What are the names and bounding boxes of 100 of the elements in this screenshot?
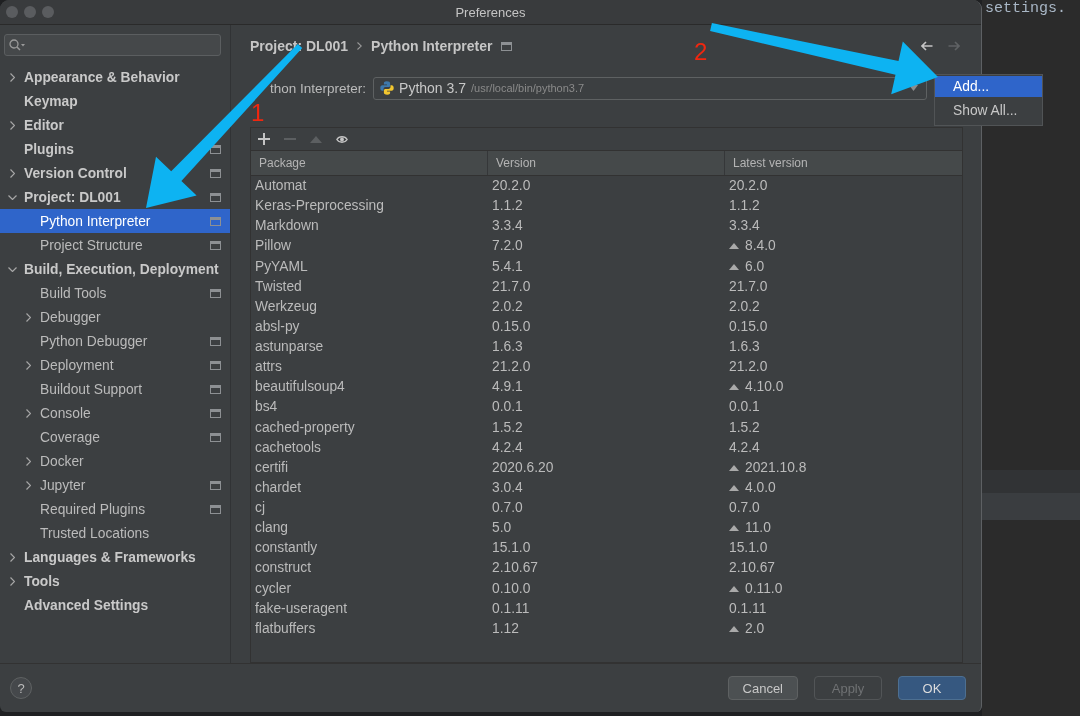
column-header[interactable]: Latest version [725,151,962,175]
table-cell-text: 0.1.11 [491,600,531,617]
table-cell: 3.3.4 [729,218,760,235]
sidebar-item[interactable]: Python Debugger [0,329,230,353]
sidebar-item[interactable]: Jupyter [0,473,230,497]
sidebar-item[interactable]: Build, Execution, Deployment [0,257,223,281]
sidebar-item[interactable]: Required Plugins [0,497,230,521]
chevron-right-icon[interactable] [9,72,15,82]
table-cell-text: Twisted [254,278,303,295]
chevron-right-icon[interactable] [25,480,31,490]
chevron-right-icon[interactable] [25,456,31,466]
table-cell-text: cachetools [254,439,322,456]
table-cell-text: 4.9.1 [491,379,524,396]
table-cell-text: absl-py [254,318,301,335]
table-cell: 0.11.0 [745,580,783,597]
table-cell-text: 21.7.0 [491,278,532,295]
chevron-down-icon[interactable] [7,194,17,200]
table-cell-text: certifi [254,459,289,476]
chevron-right-icon[interactable] [9,576,15,586]
table-cell-text: 1.6.3 [491,339,524,356]
plus-icon[interactable] [258,133,270,145]
table-cell-text: 1.1.2 [491,198,524,215]
chevron-right-icon[interactable] [25,408,31,418]
table-cell: 8.4.0 [745,238,776,255]
table-cell-text: 5.0 [491,520,513,537]
sidebar-item[interactable]: Debugger [0,305,105,329]
eye-icon[interactable] [336,134,348,144]
chevron-down-icon[interactable] [7,266,17,272]
sidebar-item[interactable]: Editor [0,113,68,137]
dialog-button[interactable]: OK [898,676,966,700]
sidebar-item[interactable]: Console [0,401,230,425]
table-cell: 0.15.0 [729,318,768,335]
table-cell-text: constantly [254,540,319,557]
table-cell-text: PyYAML [254,258,309,275]
chevron-right-icon[interactable] [25,312,31,322]
annotation-number: 1 [251,101,265,125]
table-cell-text: 2020.6.20 [491,459,555,476]
table-cell-text: 0.0.1 [491,399,524,416]
dialog-button[interactable]: Cancel [727,676,798,700]
table-cell-text: 0.15.0 [491,318,532,335]
table-cell: 4.10.0 [745,379,784,396]
sidebar-item[interactable]: Coverage [0,425,230,449]
table-cell-text: 4.2.4 [491,439,524,456]
table-cell-text: Keras-Preprocessing [254,198,385,215]
sidebar-item[interactable]: Trusted Locations [0,521,154,545]
sidebar-item[interactable]: Appearance & Behavior [0,65,184,89]
chevron-right-icon[interactable] [25,360,31,370]
sidebar-item[interactable]: Build Tools [0,281,230,305]
sidebar-item[interactable]: Tools [0,569,64,593]
chevron-right-icon[interactable] [9,552,15,562]
table-cell: 2.10.67 [729,560,776,577]
table-cell-text: Automat [254,178,308,195]
interpreter-dropdown[interactable]: Python 3.7 /usr/local/bin/python3.7 [373,76,927,100]
menu-item[interactable]: Show All... [935,100,1042,121]
menu-item[interactable]: Add... [935,76,1042,97]
table-cell: 0.7.0 [729,500,760,517]
table-cell-text: 20.2.0 [491,178,532,195]
table-cell-text: 21.2.0 [491,359,532,376]
sidebar-item[interactable]: Deployment [0,353,230,377]
table-cell-text: attrs [254,359,283,376]
sidebar-item[interactable]: Python Interpreter [0,209,230,233]
sidebar-item[interactable]: Languages & Frameworks [0,545,200,569]
table-cell: 4.0.0 [745,479,776,496]
table-cell: 1.5.2 [729,419,760,436]
table-cell: 0.1.11 [729,600,767,617]
table-cell: 15.1.0 [729,540,768,557]
breadcrumb-link[interactable]: Project: DL001 [250,38,349,54]
search-icon [9,39,25,51]
chevron-right-icon[interactable] [9,120,15,130]
table-cell-text: 0.7.0 [491,500,524,517]
table-cell-text: 2.0.2 [491,298,524,315]
window-title: Preferences [455,4,526,20]
interpreter-label: thon Interpreter: [270,81,367,95]
sidebar-item[interactable]: Keymap [0,89,82,113]
table-cell: 1.1.2 [729,198,760,215]
interpreter-name: Python 3.7 [399,80,466,96]
page-title: Python Interpreter [371,38,493,54]
table-cell: 2.0 [745,620,765,637]
help-button[interactable]: ? [10,677,32,699]
table-cell: 2.0.2 [729,298,760,315]
table-cell-text: construct [254,560,312,577]
table-cell-text: cycler [254,580,293,597]
table-cell: 0.0.1 [729,399,760,416]
arrow-left-icon[interactable] [921,41,933,51]
sidebar-item[interactable]: Project Structure [0,233,230,257]
table-cell-text: flatbuffers [254,620,317,637]
search-field[interactable] [4,34,221,56]
sidebar-item[interactable]: Buildout Support [0,377,230,401]
sidebar-item[interactable]: Docker [0,449,88,473]
table-cell-text: 3.0.4 [491,479,524,496]
python-logo-icon [380,81,395,95]
table-cell-text: 1.12 [491,620,520,637]
sidebar-item[interactable]: Advanced Settings [0,593,153,617]
column-header[interactable]: Package [251,151,488,175]
column-header[interactable]: Version [488,151,725,175]
table-cell-text: chardet [254,479,303,496]
table-cell-text: 3.3.4 [491,218,524,235]
chevron-right-icon[interactable] [9,168,15,178]
table-cell: 21.7.0 [729,278,768,295]
table-cell-text: clang [254,520,289,537]
